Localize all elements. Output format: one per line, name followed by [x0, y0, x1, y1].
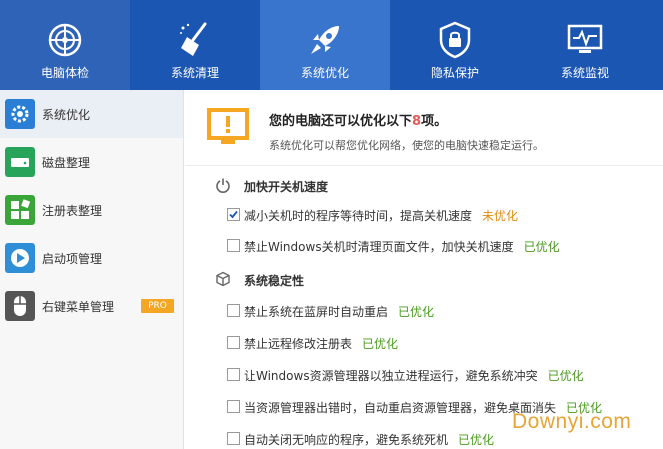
gear-icon — [5, 99, 35, 129]
main-panel: 您的电脑还可以优化以下8项。 系统优化可以帮您优化网络，使您的电脑快速稳定运行。… — [185, 90, 663, 449]
tab-clean[interactable]: 系统清理 — [130, 0, 260, 90]
status-label: 已优化 — [458, 433, 495, 447]
option-label: 禁止远程修改注册表 已优化 — [244, 335, 398, 352]
option-label: 禁止Windows关机时清理页面文件，加快关机速度 已优化 — [244, 238, 560, 255]
status-label: 已优化 — [398, 305, 435, 319]
status-label: 已优化 — [547, 369, 584, 383]
option-label: 让Windows资源管理器以独立进程运行，避免系统冲突 已优化 — [244, 367, 584, 384]
option-checkbox[interactable] — [227, 336, 240, 349]
headline-suffix: 项。 — [421, 114, 448, 129]
option-label: 禁止系统在蓝屏时自动重启 已优化 — [244, 303, 434, 320]
option-text: 禁止系统在蓝屏时自动重启 — [244, 305, 389, 319]
option-checkbox[interactable] — [227, 239, 240, 252]
sidebar-item-disk[interactable]: 磁盘整理 — [0, 138, 183, 186]
sidebar-item-label: 磁盘整理 — [42, 156, 91, 170]
cube-icon — [215, 271, 231, 287]
option-checkbox[interactable] — [227, 304, 240, 317]
play-icon — [5, 243, 35, 273]
tab-label: 隐私保护 — [430, 66, 479, 80]
status-label: 未优化 — [482, 209, 519, 223]
status-label: 已优化 — [362, 337, 399, 351]
watermark: Downyi.com — [512, 410, 632, 433]
summary-description: 系统优化可以帮您优化网络，使您的电脑快速稳定运行。 — [269, 139, 544, 152]
headline-text: 您的电脑还可以优化以下 — [269, 114, 413, 129]
tab-monitor[interactable]: 系统监视 — [520, 0, 650, 90]
optimize-count: 8 — [412, 114, 422, 129]
status-label: 已优化 — [523, 240, 560, 254]
warning-monitor-icon — [207, 107, 249, 149]
pro-badge: PRO — [141, 299, 174, 313]
tab-optimize[interactable]: 系统优化 — [260, 0, 390, 90]
power-icon — [215, 177, 231, 193]
option-checkbox[interactable] — [227, 432, 240, 445]
top-nav: 电脑体检 系统清理 系统优化 隐私保护 系统监视 — [0, 0, 663, 90]
disk-icon — [5, 147, 35, 177]
tab-label: 系统清理 — [170, 66, 219, 80]
option-label: 自动关闭无响应的程序，避免系统死机 已优化 — [244, 431, 494, 448]
sidebar-item-label: 注册表整理 — [42, 204, 103, 218]
sidebar-item-label: 右键菜单管理 — [42, 300, 115, 314]
grid-icon — [5, 195, 35, 225]
sidebar-item-system-optimize[interactable]: 系统优化 — [0, 90, 183, 138]
broom-icon — [175, 20, 215, 60]
option-text: 减小关机时的程序等待时间，提高关机速度 — [244, 209, 473, 223]
option-checkbox[interactable] — [227, 368, 240, 381]
tab-label: 系统监视 — [560, 66, 609, 80]
option-label: 减小关机时的程序等待时间，提高关机速度 未优化 — [244, 207, 518, 224]
sidebar-item-label: 系统优化 — [42, 108, 91, 122]
tab-privacy[interactable]: 隐私保护 — [390, 0, 520, 90]
option-text: 禁止Windows关机时清理页面文件，加快关机速度 — [244, 240, 514, 254]
option-checkbox[interactable] — [227, 208, 240, 221]
sidebar: 系统优化 磁盘整理 注册表整理 启动项管理 右键菜单管理 PRO — [0, 90, 184, 449]
sidebar-item-registry[interactable]: 注册表整理 — [0, 186, 183, 234]
lock-shield-icon — [435, 20, 475, 60]
summary-headline: 您的电脑还可以优化以下8项。 — [269, 110, 447, 129]
option-text: 当资源管理器出错时，自动重启资源管理器，避免桌面消失 — [244, 401, 557, 415]
option-text: 自动关闭无响应的程序，避免系统死机 — [244, 433, 449, 447]
section-title: 加快开关机速度 — [244, 180, 329, 194]
tab-label: 系统优化 — [300, 66, 349, 80]
option-text: 让Windows资源管理器以独立进程运行，避免系统冲突 — [244, 369, 538, 383]
radar-icon — [45, 20, 85, 60]
rocket-icon — [305, 20, 345, 60]
tab-label: 电脑体检 — [40, 66, 89, 80]
tab-checkup[interactable]: 电脑体检 — [0, 0, 130, 90]
monitor-pulse-icon — [565, 20, 605, 60]
section-title: 系统稳定性 — [244, 274, 305, 288]
mouse-icon — [5, 291, 35, 321]
option-checkbox[interactable] — [227, 400, 240, 413]
sidebar-item-context-menu[interactable]: 右键菜单管理 PRO — [0, 282, 183, 330]
option-text: 禁止远程修改注册表 — [244, 337, 353, 351]
sidebar-item-label: 启动项管理 — [42, 252, 103, 266]
sidebar-item-startup[interactable]: 启动项管理 — [0, 234, 183, 282]
summary-header: 您的电脑还可以优化以下8项。 系统优化可以帮您优化网络，使您的电脑快速稳定运行。 — [185, 90, 663, 166]
